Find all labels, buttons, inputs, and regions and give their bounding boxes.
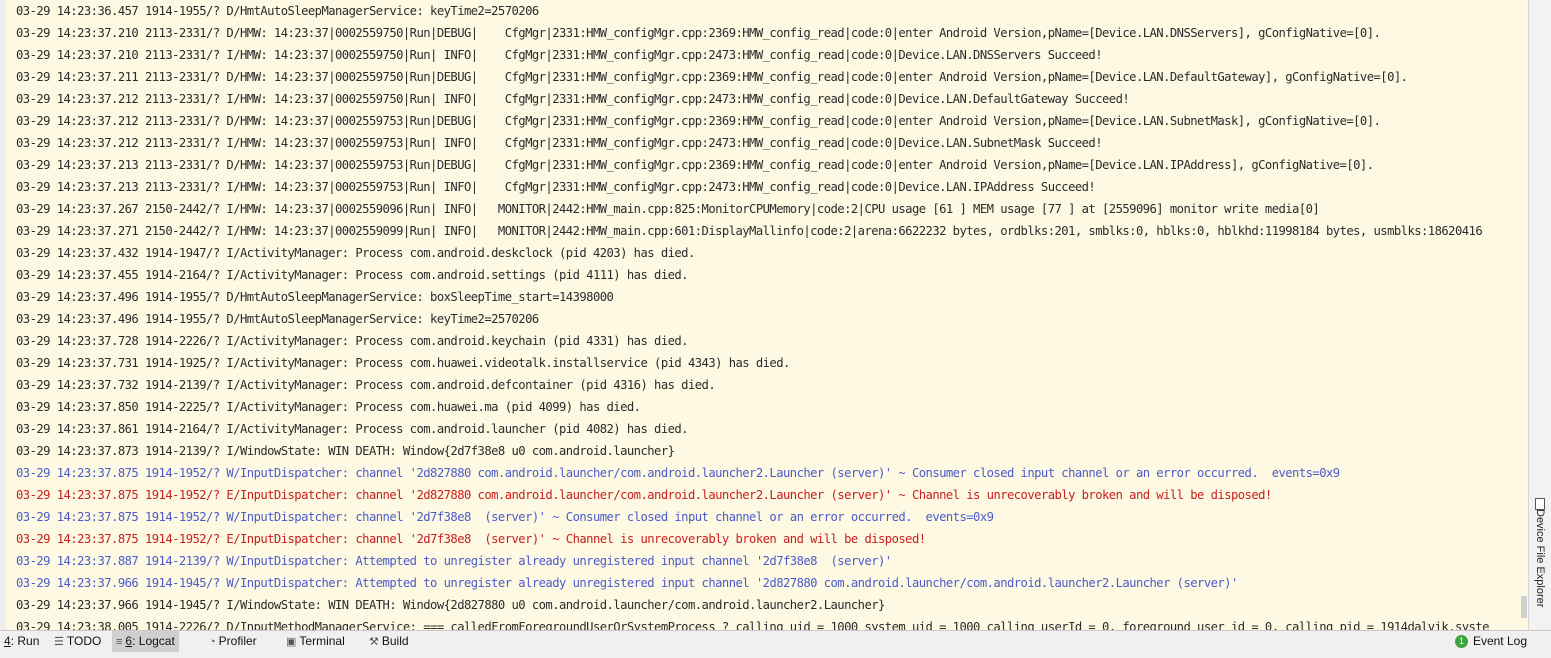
log-line: 03-29 14:23:37.210 2113-2331/? I/HMW: 14…	[16, 48, 1103, 62]
log-line: 03-29 14:23:37.212 2113-2331/? I/HMW: 14…	[16, 136, 1103, 150]
log-line: 03-29 14:23:37.850 1914-2225/? I/Activit…	[16, 400, 641, 414]
log-line: 03-29 14:23:37.213 2113-2331/? I/HMW: 14…	[16, 180, 1096, 194]
tab-label: : Logcat	[132, 634, 175, 648]
log-line: 03-29 14:23:37.875 1914-1952/? E/InputDi…	[16, 532, 926, 546]
build-icon: ⚒	[369, 636, 379, 648]
tab-label: Build	[381, 634, 409, 648]
terminal-icon: ▣	[286, 636, 297, 648]
log-line: 03-29 14:23:37.211 2113-2331/? D/HMW: 14…	[16, 70, 1408, 84]
log-line: 03-29 14:23:37.455 1914-2164/? I/Activit…	[16, 268, 689, 282]
logcat-icon: ≡	[116, 636, 123, 648]
tab-label: Profiler	[218, 634, 257, 648]
log-line: 03-29 14:23:36.457 1914-1955/? D/HmtAuto…	[16, 4, 539, 18]
log-line: 03-29 14:23:37.212 2113-2331/? D/HMW: 14…	[16, 114, 1381, 128]
log-line: 03-29 14:23:37.875 1914-1952/? W/InputDi…	[16, 466, 1340, 480]
logcat-output[interactable]: 03-29 14:23:36.457 1914-1955/? D/HmtAuto…	[0, 0, 1529, 630]
tab-todo[interactable]: ☰ TODO	[50, 631, 105, 652]
log-line: 03-29 14:23:37.267 2150-2442/? I/HMW: 14…	[16, 202, 1320, 216]
log-line: 03-29 14:23:37.496 1914-1955/? D/HmtAuto…	[16, 290, 614, 304]
event-log-button[interactable]: 1 Event Log	[1454, 631, 1527, 652]
status-bar	[0, 652, 1551, 658]
editor-gutter	[0, 0, 6, 630]
todo-icon: ☰	[54, 636, 64, 648]
log-line: 03-29 14:23:37.861 1914-2164/? I/Activit…	[16, 422, 689, 436]
tab-logcat[interactable]: ≡ 6: Logcat	[112, 631, 179, 652]
log-line: 03-29 14:23:37.213 2113-2331/? D/HMW: 14…	[16, 158, 1374, 172]
log-line: 03-29 14:23:37.731 1914-1925/? I/Activit…	[16, 356, 790, 370]
log-line: 03-29 14:23:37.887 1914-2139/? W/InputDi…	[16, 554, 892, 568]
tab-shortcut-key: 4	[4, 634, 11, 648]
bottom-tool-window-bar: 4: Run ☰ TODO ≡ 6: Logcat ◔ Profiler ▣ Terminal ⚒…	[0, 630, 1551, 652]
log-line: 03-29 14:23:38.005 1914-2226/? D/InputMe…	[16, 620, 1489, 630]
log-line: 03-29 14:23:37.875 1914-1952/? W/InputDi…	[16, 510, 994, 524]
log-line: 03-29 14:23:37.966 1914-1945/? I/WindowS…	[16, 598, 885, 612]
tab-profiler[interactable]: ◔ Profiler	[205, 631, 261, 652]
log-line: 03-29 14:23:37.212 2113-2331/? I/HMW: 14…	[16, 92, 1130, 106]
tab-label: : Run	[10, 634, 40, 648]
horizontal-scrollbar-thumb[interactable]	[1521, 596, 1527, 618]
log-line: 03-29 14:23:37.210 2113-2331/? D/HMW: 14…	[16, 26, 1381, 40]
tab-terminal[interactable]: ▣ Terminal	[282, 631, 349, 652]
log-line: 03-29 14:23:37.728 1914-2226/? I/Activit…	[16, 334, 689, 348]
log-line: 03-29 14:23:37.873 1914-2139/? I/WindowS…	[16, 444, 675, 458]
tab-build[interactable]: ⚒ Build	[365, 631, 413, 652]
event-log-label: Event Log	[1472, 634, 1527, 648]
log-line: 03-29 14:23:37.496 1914-1955/? D/HmtAuto…	[16, 312, 539, 326]
log-line: 03-29 14:23:37.966 1914-1945/? W/InputDi…	[16, 576, 1238, 590]
log-line: 03-29 14:23:37.875 1914-1952/? E/InputDi…	[16, 488, 1272, 502]
log-line: 03-29 14:23:37.432 1914-1947/? I/Activit…	[16, 246, 695, 260]
device-file-explorer-label: Device File Explorer	[1534, 509, 1546, 608]
tab-label: Terminal	[299, 634, 345, 648]
event-log-badge: 1	[1454, 635, 1468, 648]
tab-run[interactable]: 4: Run	[0, 631, 43, 652]
log-line: 03-29 14:23:37.271 2150-2442/? I/HMW: 14…	[16, 224, 1483, 238]
profiler-icon: ◔	[209, 636, 216, 648]
tab-label: TODO	[66, 634, 102, 648]
log-line: 03-29 14:23:37.732 1914-2139/? I/Activit…	[16, 378, 716, 392]
right-tool-strip: Device File Explorer	[1528, 0, 1551, 630]
device-file-explorer-tab[interactable]: Device File Explorer	[1531, 496, 1549, 616]
